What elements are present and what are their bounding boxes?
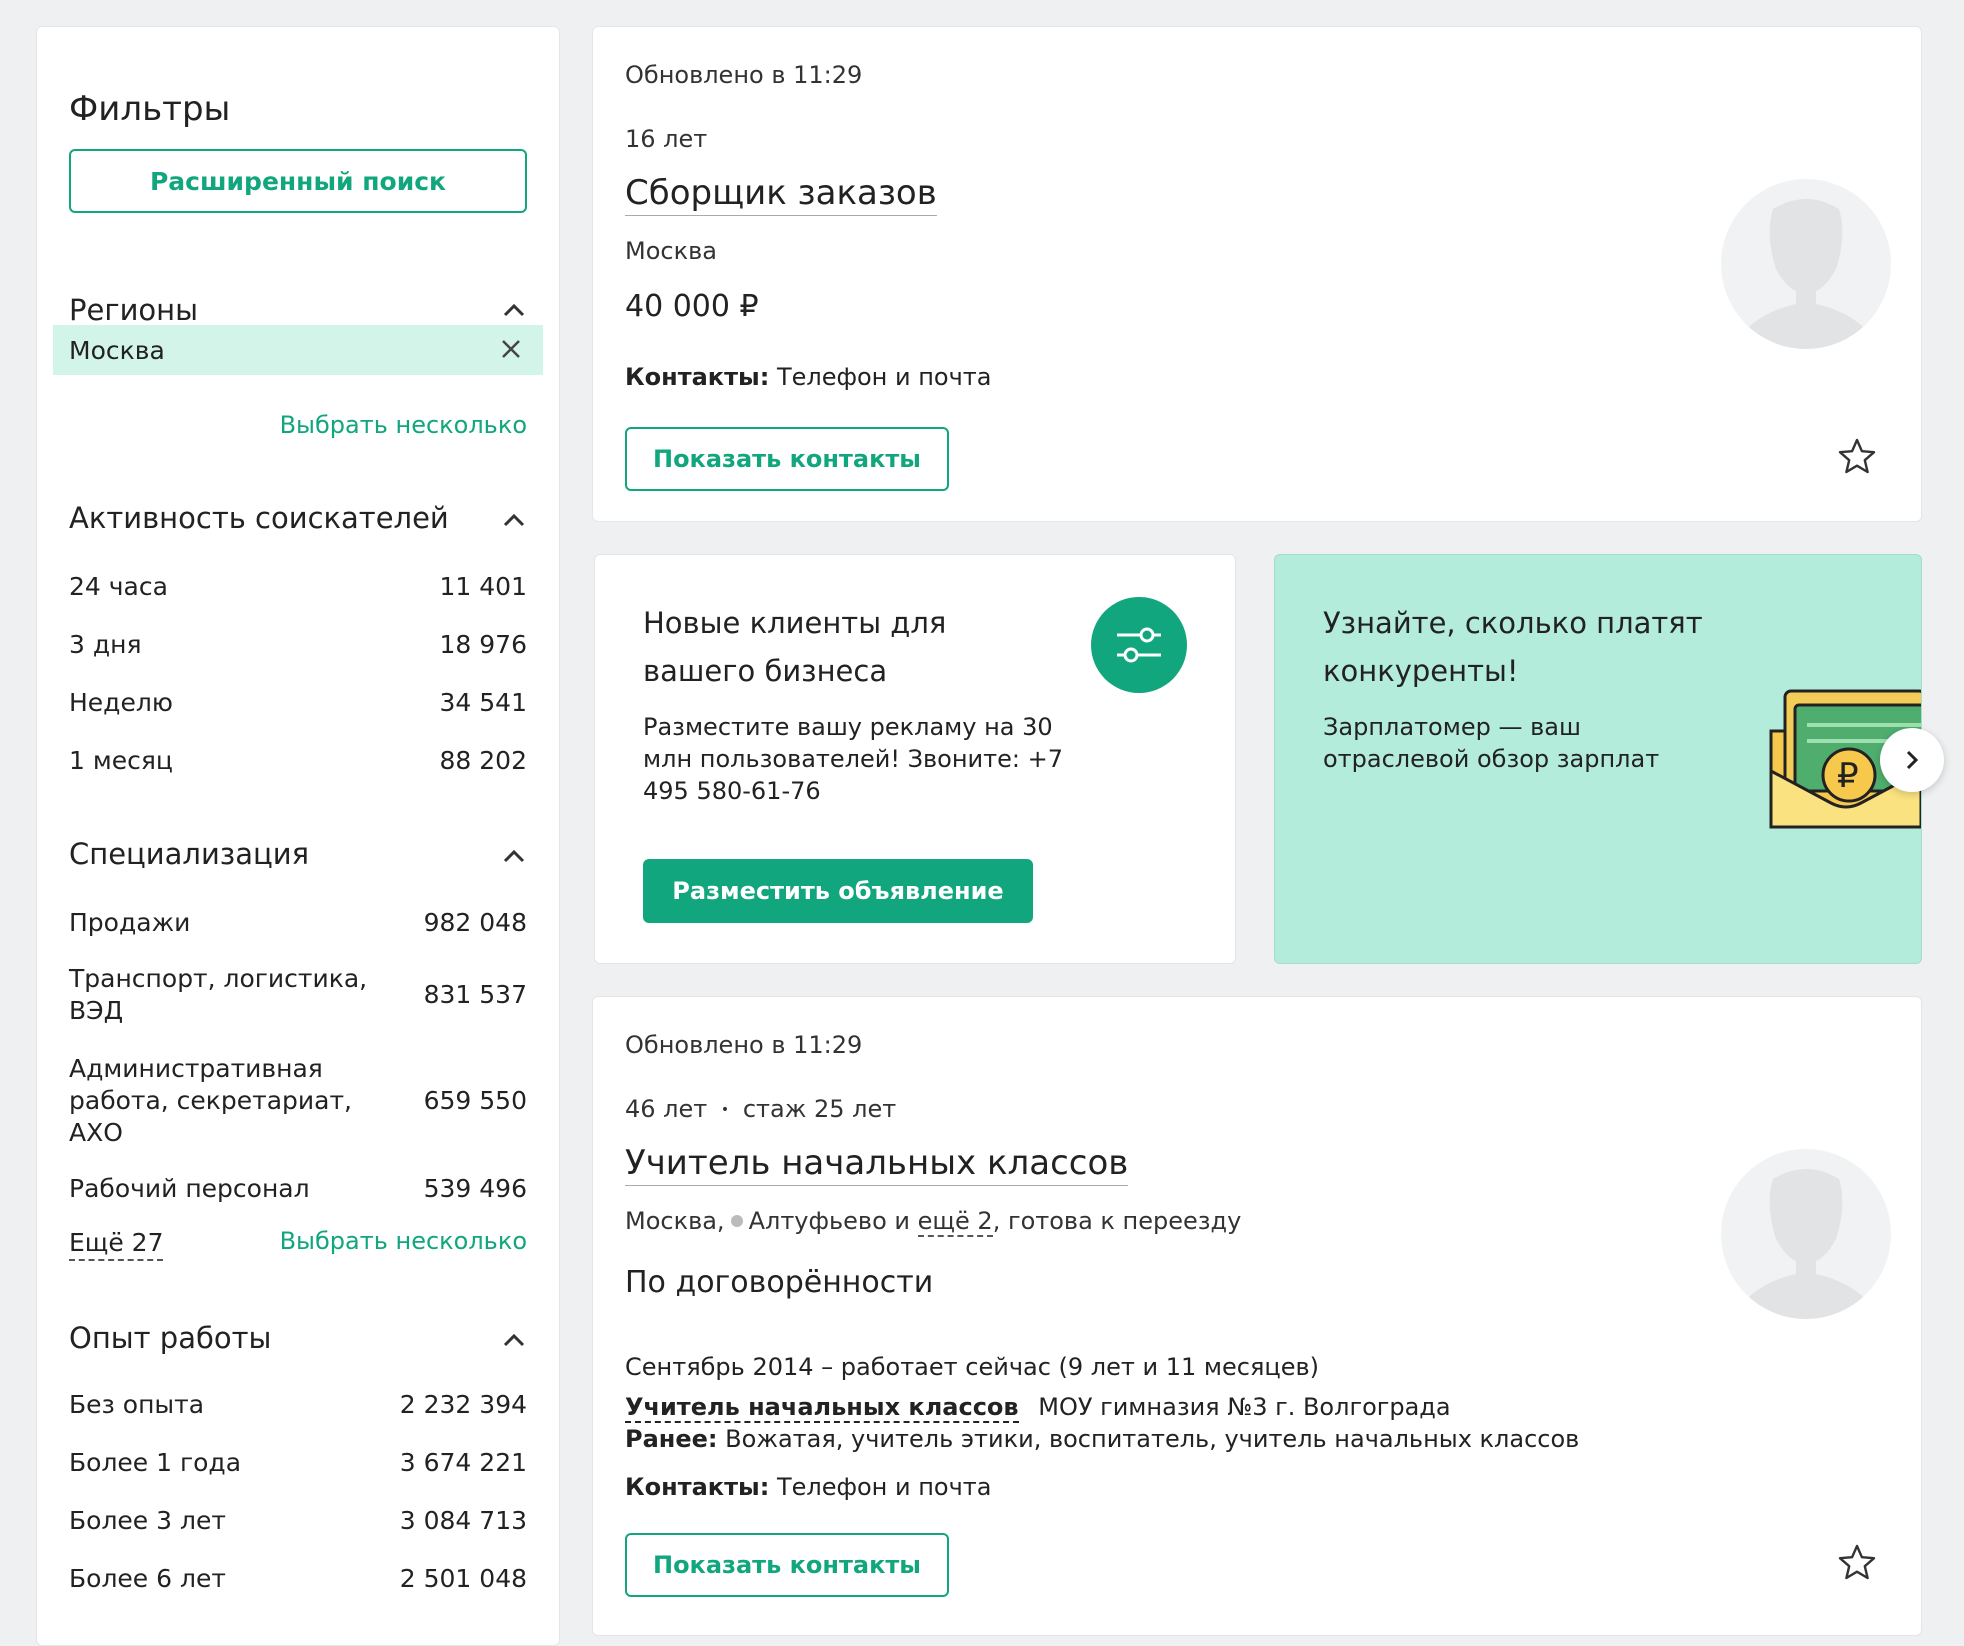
region-chip: Москва [53, 325, 543, 375]
spec-row-admin[interactable]: Административная работа, секретариат, АХ… [69, 1053, 527, 1149]
row-label: Более 1 года [69, 1448, 242, 1477]
resume-metro: Алтуфьево [748, 1207, 887, 1235]
row-count: 11 401 [439, 572, 527, 601]
contacts-label: Контакты: [625, 1473, 770, 1501]
resume-title-link[interactable]: Учитель начальных классов [625, 1143, 1129, 1186]
separator-dot: • [720, 1102, 730, 1118]
row-count: 831 537 [423, 980, 527, 1009]
resume-card: Обновлено в 11:29 16 лет Сборщик заказов… [592, 26, 1922, 522]
star-icon[interactable] [1837, 437, 1877, 477]
sliders-icon [1091, 597, 1187, 693]
contacts-value: Телефон и почта [776, 1473, 992, 1501]
resume-age: 16 лет [625, 125, 708, 153]
star-icon[interactable] [1837, 1543, 1877, 1583]
row-count: 2 501 048 [399, 1564, 527, 1593]
post-ad-button[interactable]: Разместить объявление [643, 859, 1033, 923]
period: Сентябрь 2014 – работает сейчас [625, 1353, 1051, 1381]
ad-card: Новые клиенты для вашего бизнеса Размест… [594, 554, 1236, 964]
promo-text: Зарплатомер — ваш отраслевой обзор зарпл… [1323, 713, 1660, 773]
specialization-heading[interactable]: Специализация [69, 837, 309, 871]
resume-age-experience: 46 лет • стаж 25 лет [625, 1095, 896, 1123]
filters-sidebar: Фильтры Расширенный поиск Регионы Москва… [36, 26, 560, 1646]
resume-title-link[interactable]: Сборщик заказов [625, 173, 937, 216]
ad-title: Новые клиенты для вашего бизнеса [643, 606, 947, 688]
row-label: Более 6 лет [69, 1564, 226, 1593]
metro-dot-icon [730, 1214, 743, 1227]
spec-row-sales[interactable]: Продажи 982 048 [69, 907, 527, 939]
row-count: 3 084 713 [399, 1506, 527, 1535]
regions-heading[interactable]: Регионы [69, 293, 198, 327]
more-metro-link[interactable]: ещё 2 [917, 1207, 993, 1237]
show-contacts-button[interactable]: Показать контакты [625, 427, 949, 491]
chevron-up-icon[interactable] [503, 1333, 525, 1347]
duration: (9 лет и 11 месяцев) [1058, 1353, 1320, 1381]
earlier-value: Вожатая, учитель этики, воспитатель, учи… [725, 1425, 1580, 1453]
spec-choose-many-link[interactable]: Выбрать несколько [280, 1227, 527, 1255]
chevron-up-icon[interactable] [503, 849, 525, 863]
resume-card: Обновлено в 11:29 46 лет • стаж 25 лет У… [592, 996, 1922, 1636]
chevron-up-icon[interactable] [503, 303, 525, 317]
row-count: 982 048 [423, 908, 527, 937]
close-icon[interactable] [499, 337, 523, 361]
row-label: Рабочий персонал [69, 1174, 310, 1203]
resume-contacts: Контакты: Телефон и почта [625, 1473, 991, 1501]
spec-more-link[interactable]: Ещё 27 [69, 1227, 164, 1261]
promo-title: Узнайте, сколько платят конкуренты! [1323, 606, 1703, 688]
resume-salary: 40 000 ₽ [625, 289, 759, 324]
resume-location: Москва, Алтуфьево и ещё 2, готова к перее… [625, 1207, 1242, 1237]
row-label: 3 дня [69, 630, 142, 659]
experience-position: Учитель начальных классов МОУ гимназия №… [625, 1393, 1451, 1423]
row-label: Неделю [69, 688, 173, 717]
resume-contacts: Контакты: Телефон и почта [625, 363, 991, 391]
row-label: 1 месяц [69, 746, 173, 775]
spec-row-transport[interactable]: Транспорт, логистика, ВЭД 831 537 [69, 963, 527, 1027]
user-silhouette-icon [1721, 179, 1891, 349]
chevron-right-icon[interactable] [1880, 728, 1944, 792]
resume-city: Москва [625, 237, 717, 265]
row-count: 2 232 394 [399, 1390, 527, 1419]
row-count: 539 496 [423, 1174, 527, 1203]
row-count: 3 674 221 [399, 1448, 527, 1477]
svg-text:₽: ₽ [1837, 756, 1859, 796]
earlier-label: Ранее: [625, 1425, 718, 1453]
row-count: 18 976 [439, 630, 527, 659]
resume-and: и [894, 1207, 911, 1235]
experience-heading[interactable]: Опыт работы [69, 1321, 271, 1355]
row-count: 88 202 [439, 746, 527, 775]
contacts-value: Телефон и почта [776, 363, 992, 391]
user-silhouette-icon [1721, 1149, 1891, 1319]
region-chip-label: Москва [69, 335, 165, 365]
row-count: 34 541 [439, 688, 527, 717]
experience-period: Сентябрь 2014 – работает сейчас (9 лет и… [625, 1353, 1319, 1381]
row-label: Без опыта [69, 1390, 205, 1419]
row-count: 659 550 [423, 1086, 527, 1115]
updated-time: Обновлено в 11:29 [625, 61, 863, 89]
chevron-up-icon[interactable] [503, 513, 525, 527]
role-link[interactable]: Учитель начальных классов [625, 1393, 1019, 1423]
row-label: Более 3 лет [69, 1506, 226, 1535]
ad-text: Разместите вашу рекламу на 30 млн пользо… [643, 713, 1063, 805]
show-contacts-button[interactable]: Показать контакты [625, 1533, 949, 1597]
experience-earlier: Ранее: Вожатая, учитель этики, воспитате… [625, 1425, 1579, 1453]
contacts-label: Контакты: [625, 363, 770, 391]
resume-age: 46 лет [625, 1095, 708, 1123]
salary-promo-card[interactable]: Узнайте, сколько платят конкуренты! Зарп… [1274, 554, 1922, 964]
advanced-search-button[interactable]: Расширенный поиск [69, 149, 527, 213]
regions-choose-many-link[interactable]: Выбрать несколько [280, 411, 527, 439]
resume-salary: По договорённости [625, 1265, 934, 1300]
row-label: Административная работа, секретариат, АХ… [69, 1054, 352, 1147]
row-label: Продажи [69, 908, 191, 937]
row-label: Транспорт, логистика, ВЭД [69, 964, 368, 1025]
resume-experience: стаж 25 лет [742, 1095, 897, 1123]
employer: МОУ гимназия №3 г. Волгограда [1038, 1393, 1451, 1421]
updated-time: Обновлено в 11:29 [625, 1031, 863, 1059]
activity-heading[interactable]: Активность соискателей [69, 501, 449, 535]
relocation-text: , готова к переезду [992, 1207, 1242, 1235]
row-label: 24 часа [69, 572, 168, 601]
filters-title: Фильтры [69, 89, 231, 129]
resume-city: Москва, [625, 1207, 725, 1235]
